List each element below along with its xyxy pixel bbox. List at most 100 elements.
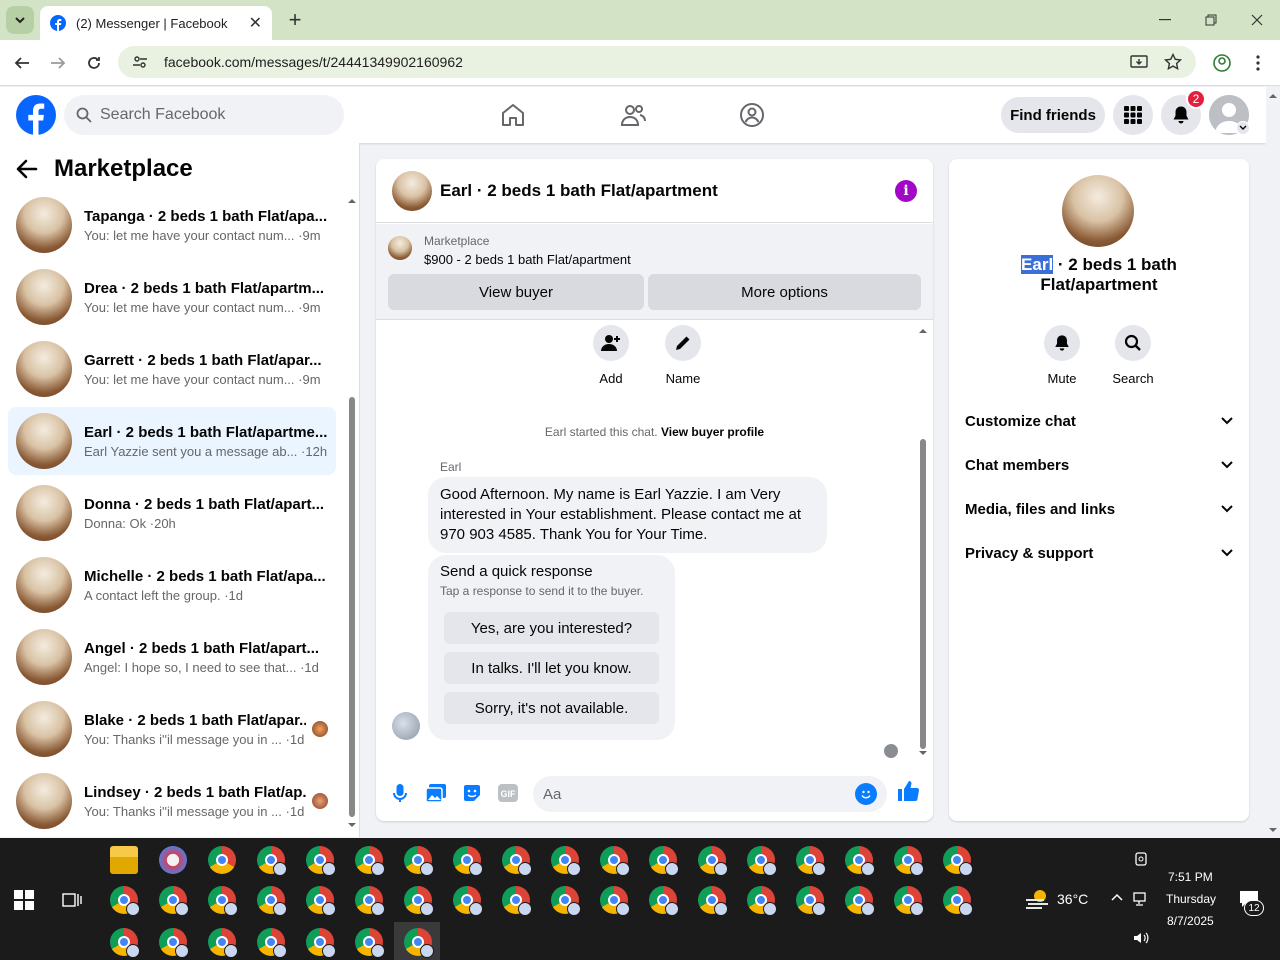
message-input-wrapper[interactable] — [533, 776, 887, 812]
chat-title[interactable]: Earl · 2 beds 1 bath Flat/apartment — [440, 181, 895, 201]
minimize-button[interactable] — [1142, 0, 1188, 40]
address-bar[interactable]: facebook.com/messages/t/2444134990216096… — [118, 46, 1196, 78]
view-buyer-profile-link[interactable]: View buyer profile — [661, 425, 764, 439]
chrome-profile-icon[interactable] — [600, 846, 630, 876]
chrome-profile-icon[interactable] — [257, 886, 287, 916]
mute-action[interactable]: Mute — [1032, 325, 1092, 386]
friends-icon[interactable] — [619, 101, 647, 129]
conversation-item[interactable]: Michelle · 2 beds 1 bath Flat/apa... A co… — [8, 551, 336, 619]
clock-day[interactable]: Thursday — [1166, 892, 1216, 906]
clock-date[interactable]: 8/7/2025 — [1167, 914, 1214, 928]
chrome-profile-icon[interactable] — [355, 928, 385, 958]
chrome-profile-icon[interactable] — [600, 886, 630, 916]
chrome-profile-icon[interactable] — [208, 928, 238, 958]
chrome-profile-icon[interactable] — [453, 846, 483, 876]
chrome-profile-icon[interactable] — [404, 886, 434, 916]
profile-button[interactable] — [1209, 50, 1235, 76]
chrome-profile-icon[interactable] — [747, 846, 777, 876]
edit-name-action[interactable]: Name — [653, 325, 713, 386]
chrome-profile-icon[interactable] — [208, 886, 238, 916]
forward-button[interactable] — [45, 50, 71, 76]
view-buyer-button[interactable]: View buyer — [388, 274, 644, 310]
conversation-item[interactable]: Blake · 2 beds 1 bath Flat/apar... You: T… — [8, 695, 336, 763]
weather-icon[interactable] — [1024, 888, 1050, 910]
chat-scrollbar[interactable] — [918, 327, 928, 757]
chrome-profile-icon[interactable] — [845, 886, 875, 916]
add-people-action[interactable]: Add — [581, 325, 641, 386]
tab-close-icon[interactable]: ✕ — [249, 13, 262, 33]
voice-clip-button[interactable] — [386, 779, 414, 807]
chevron-up-icon[interactable] — [1111, 893, 1123, 901]
search-conversation-action[interactable]: Search — [1103, 325, 1163, 386]
new-tab-button[interactable]: + — [283, 8, 307, 32]
gif-button[interactable]: GIF — [494, 779, 522, 807]
reload-button[interactable] — [81, 50, 107, 76]
file-explorer-icon[interactable] — [110, 846, 138, 874]
sidebar-scrollbar[interactable] — [347, 197, 357, 829]
facebook-logo-icon[interactable] — [16, 95, 56, 135]
menu-button[interactable] — [1113, 95, 1153, 135]
browser-tab[interactable]: (2) Messenger | Facebook ✕ — [40, 6, 272, 40]
chrome-profile-icon[interactable] — [159, 886, 189, 916]
account-dropdown-button[interactable] — [1236, 121, 1250, 135]
chrome-profile-icon[interactable] — [698, 846, 728, 876]
quick-reply-button[interactable]: In talks. I'll let you know. — [444, 652, 659, 684]
find-friends-button[interactable]: Find friends — [1001, 97, 1105, 133]
chrome-profile-icon[interactable] — [257, 846, 287, 876]
scroll-up-icon[interactable] — [918, 327, 928, 335]
chrome-profile-icon-active[interactable] — [404, 928, 434, 958]
home-icon[interactable] — [499, 101, 527, 129]
restore-button[interactable] — [1188, 0, 1234, 40]
media-files-links-section[interactable]: Media, files and links — [965, 491, 1233, 527]
chat-avatar[interactable] — [392, 170, 432, 211]
conversation-item[interactable]: Angel · 2 beds 1 bath Flat/apart... Angel… — [8, 623, 336, 691]
attach-media-button[interactable] — [422, 779, 450, 807]
more-options-button[interactable]: More options — [648, 274, 921, 310]
chrome-profile-icon[interactable] — [747, 886, 777, 916]
back-button[interactable] — [9, 50, 35, 76]
chrome-profile-icon[interactable] — [404, 846, 434, 876]
back-arrow-icon[interactable] — [16, 159, 38, 179]
chrome-profile-icon[interactable] — [698, 886, 728, 916]
sticker-button[interactable] — [458, 779, 486, 807]
install-app-icon[interactable] — [1130, 53, 1148, 71]
sidebar-scroll-thumb[interactable] — [349, 397, 355, 817]
quick-reply-button[interactable]: Yes, are you interested? — [444, 612, 659, 644]
chrome-profile-icon[interactable] — [894, 886, 924, 916]
network-icon[interactable] — [1133, 892, 1149, 906]
chrome-profile-icon[interactable] — [257, 928, 287, 958]
chrome-profile-icon[interactable] — [306, 886, 336, 916]
info-icon[interactable]: i — [895, 179, 917, 202]
chrome-profile-icon[interactable] — [845, 846, 875, 876]
chrome-profile-icon[interactable] — [943, 846, 973, 876]
quick-reply-button[interactable]: Sorry, it's not available. — [444, 692, 659, 724]
paint-app-icon[interactable] — [159, 846, 187, 874]
conversation-item[interactable]: Drea · 2 beds 1 bath Flat/apartm... You: … — [8, 263, 336, 331]
scroll-up-icon[interactable] — [347, 197, 357, 205]
conversation-item-active[interactable]: Earl · 2 beds 1 bath Flat/apartme... Earl… — [8, 407, 336, 475]
chrome-profile-icon[interactable] — [649, 846, 679, 876]
scroll-down-icon[interactable] — [1266, 825, 1280, 835]
chrome-profile-icon[interactable] — [943, 886, 973, 916]
site-settings-icon[interactable] — [132, 54, 148, 70]
clock-time[interactable]: 7:51 PM — [1168, 870, 1213, 884]
volume-icon[interactable] — [1133, 931, 1149, 945]
chrome-profile-icon[interactable] — [796, 886, 826, 916]
chrome-profile-icon[interactable] — [894, 846, 924, 876]
message-input[interactable] — [543, 785, 855, 803]
chrome-profile-icon[interactable] — [355, 886, 385, 916]
chrome-profile-icon[interactable] — [502, 886, 532, 916]
chrome-profile-icon[interactable] — [355, 846, 385, 876]
meet-now-icon[interactable] — [1134, 852, 1148, 866]
browser-menu-button[interactable] — [1245, 50, 1271, 76]
groups-icon[interactable] — [738, 101, 766, 129]
task-view-icon[interactable] — [62, 890, 82, 910]
chrome-icon[interactable] — [208, 846, 236, 874]
customize-chat-section[interactable]: Customize chat — [965, 403, 1233, 439]
conversation-item[interactable]: Garrett · 2 beds 1 bath Flat/apar... You:… — [8, 335, 336, 403]
scroll-down-icon[interactable] — [347, 821, 357, 829]
conversation-item[interactable]: Lindsey · 2 beds 1 bath Flat/ap... You: T… — [8, 767, 336, 835]
facebook-search-box[interactable]: Search Facebook — [64, 95, 344, 135]
chat-members-section[interactable]: Chat members — [965, 447, 1233, 483]
chrome-profile-icon[interactable] — [502, 846, 532, 876]
